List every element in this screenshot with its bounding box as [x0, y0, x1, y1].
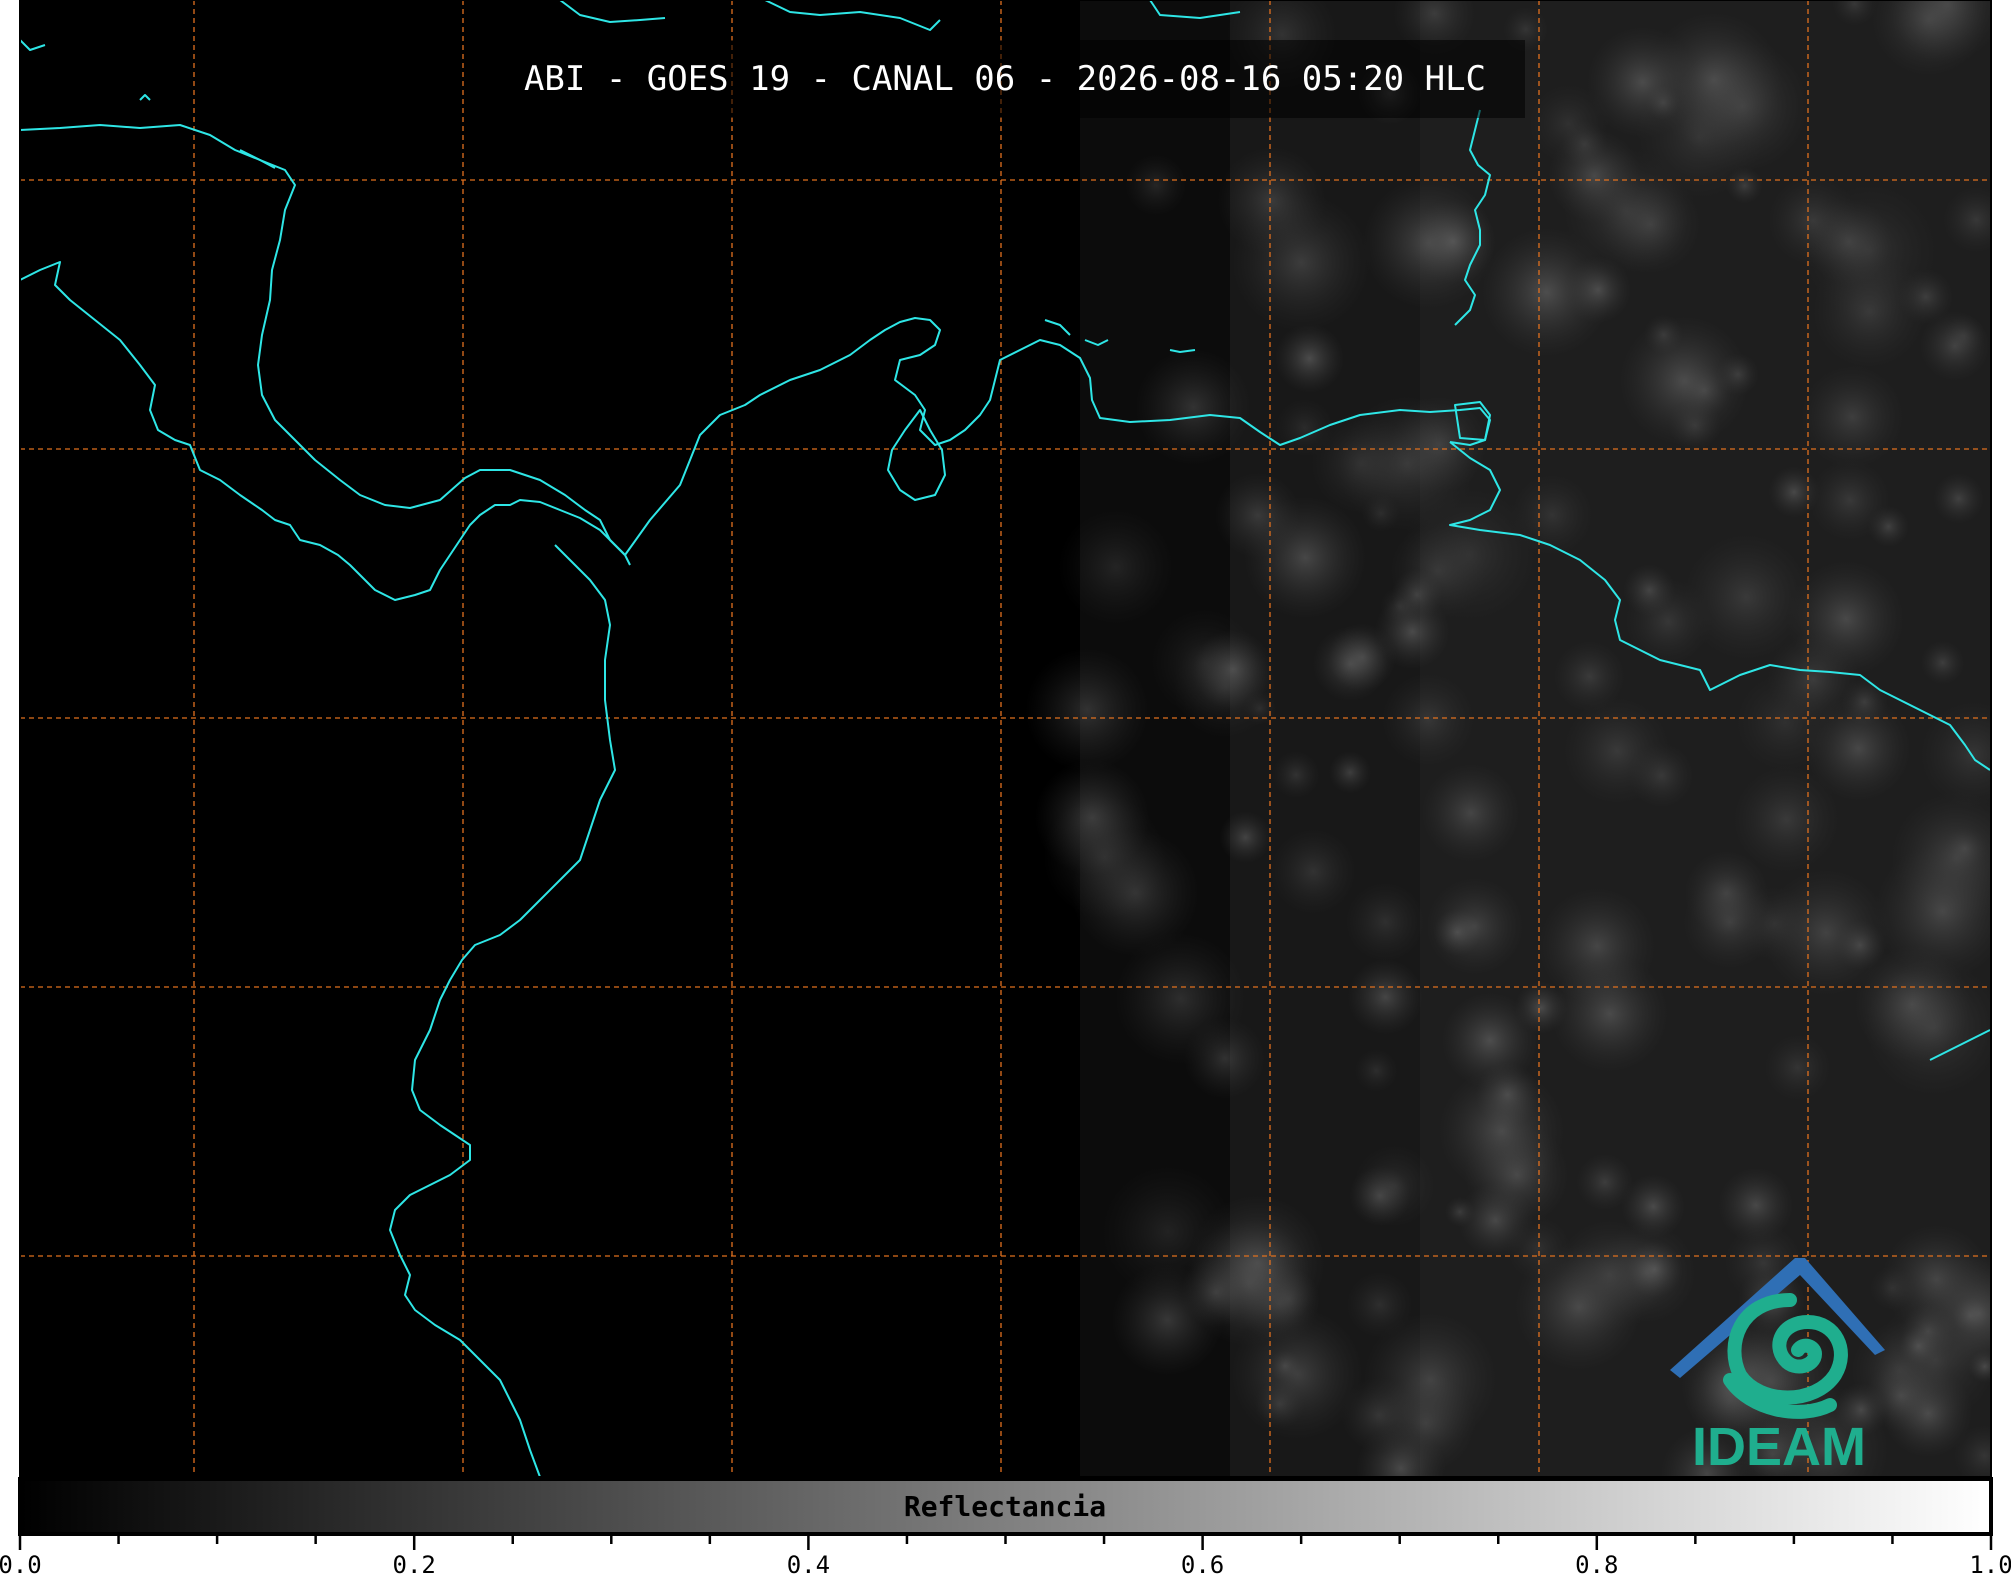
cloud-blob — [1410, 199, 1496, 284]
cloud-blob — [1268, 1348, 1302, 1383]
cloud-blob — [1274, 323, 1345, 394]
cloud-blob — [1805, 695, 1912, 802]
cloud-blob — [1942, 314, 1986, 357]
cloud-blob — [1621, 1174, 1686, 1239]
cloud-blob — [1025, 648, 1150, 773]
cloud-blob — [1864, 958, 1991, 1097]
map-title: ABI - GOES 19 - CANAL 06 - 2026-08-16 05… — [524, 59, 1486, 99]
colorbar-tick-label: 0.4 — [787, 1551, 830, 1577]
satellite-figure: IDEAM ABI - GOES 19 - CANAL 06 - 2026-08… — [0, 0, 2011, 1577]
cloud-blob — [1214, 472, 1302, 559]
cloud-blob — [1425, 877, 1525, 976]
cloud-blob — [1510, 473, 1594, 557]
cloud-blob — [1514, 1243, 1643, 1372]
cloud-blob — [1873, 1297, 1991, 1422]
cloud-blob — [1444, 1196, 1475, 1227]
cloud-blob — [1328, 751, 1372, 794]
cloud-blob — [1180, 1257, 1251, 1328]
colorbar-label: Reflectancia — [904, 1490, 1106, 1523]
colorbar-tick-label: 0.2 — [393, 1551, 436, 1577]
cloud-blob — [1553, 640, 1626, 713]
logo-text: IDEAM — [1692, 1417, 1866, 1477]
cloud-blob — [1623, 564, 1676, 617]
colorbar: Reflectancia 0.0 0.2 0.4 0.6 0.8 1.0 — [0, 1477, 2011, 1577]
cloud-blob — [1114, 932, 1247, 1065]
colorbar-tick-label: 0.6 — [1181, 1551, 1224, 1577]
cloud-blob — [1257, 1267, 1320, 1330]
cloud-blob — [1933, 473, 1985, 525]
cloud-blob — [1217, 146, 1327, 256]
cloud-blob — [1125, 154, 1187, 217]
cloud-blob — [1800, 364, 1905, 470]
cloud-blob — [1920, 640, 1965, 685]
cloud-blob — [1464, 1122, 1570, 1228]
cloud-blob — [1942, 186, 1991, 254]
colorbar-tick-labels: 0.0 0.2 0.4 0.6 0.8 1.0 — [0, 1551, 2011, 1577]
cloud-blob — [1255, 1379, 1305, 1429]
colorbar-tick-label: 0.0 — [0, 1551, 42, 1577]
cloud-blob — [1057, 508, 1175, 626]
cloud-blob — [1763, 1033, 1832, 1102]
cloud-blob — [1347, 959, 1424, 1035]
cloud-blob — [1272, 750, 1321, 799]
cloud-blob — [1135, 348, 1252, 466]
cloud-blob — [1808, 459, 1891, 542]
cloud-blob — [1269, 828, 1357, 916]
cloud-blob — [1562, 696, 1672, 806]
cloud-blob — [1312, 626, 1389, 702]
cloud-blob — [1550, 954, 1669, 1073]
cloud-blob — [1219, 811, 1272, 864]
cloud-blob — [1726, 167, 1763, 204]
colorbar-tick-label: 1.0 — [1969, 1551, 2011, 1577]
cloud-blob — [1811, 253, 1927, 370]
cloud-blob — [1514, 981, 1568, 1035]
cloud-blob — [1042, 795, 1166, 919]
cloud-blob — [1362, 1312, 1498, 1447]
cloud-blob — [1677, 363, 1732, 418]
cloud-field — [1025, 0, 1991, 1477]
cloud-blob — [1643, 314, 1684, 356]
cloud-blob — [1586, 26, 1699, 139]
colorbar-tick-label: 0.8 — [1575, 1551, 1618, 1577]
cloud-blob — [1193, 629, 1273, 710]
cloud-blob — [1736, 885, 1813, 962]
cloud-blob — [1344, 881, 1426, 963]
cloud-blob — [1421, 763, 1521, 863]
satellite-map[interactable]: IDEAM ABI - GOES 19 - CANAL 06 - 2026-08… — [20, 0, 2011, 1520]
cloud-blob — [1381, 672, 1476, 767]
colorbar-ticks — [18, 1534, 1993, 1550]
cloud-blob — [1354, 1048, 1399, 1093]
cloud-blob — [1352, 1144, 1437, 1228]
cloud-blob — [1600, 173, 1702, 275]
cloud-blob — [1389, 522, 1486, 619]
